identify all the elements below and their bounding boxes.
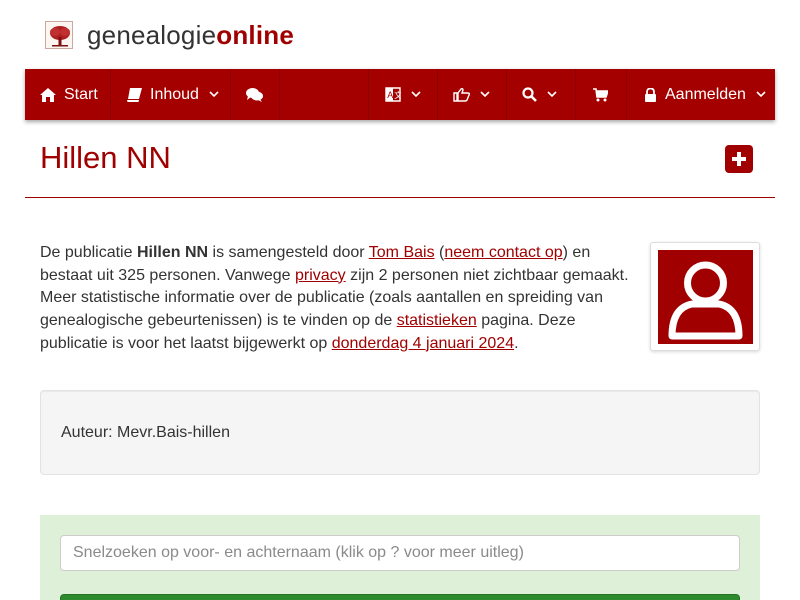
shopping-cart-icon (593, 87, 608, 101)
lock-icon (645, 87, 656, 102)
logo-text: genealogieonline (87, 20, 294, 51)
last-updated-link[interactable]: donderdag 4 januari 2024 (332, 335, 514, 352)
nav-share[interactable] (438, 69, 507, 120)
chevron-down-icon (480, 91, 490, 98)
quick-search-input[interactable] (60, 535, 740, 571)
nav-search[interactable] (507, 69, 576, 120)
nav-login-label: Aanmelden (665, 85, 746, 103)
main-navbar: Start Inhoud A文 Aanmelden (25, 69, 775, 120)
page-title: Hillen NN (40, 140, 171, 175)
chevron-down-icon (209, 91, 219, 98)
contact-link[interactable]: neem contact op (444, 244, 562, 261)
nav-start[interactable]: Start (25, 69, 111, 120)
language-icon: A文 (385, 87, 401, 102)
nav-language[interactable]: A文 (369, 69, 438, 120)
chevron-down-icon (756, 91, 766, 98)
home-icon (40, 87, 56, 102)
nav-start-label: Start (64, 85, 98, 103)
author-avatar-frame (650, 242, 760, 351)
logo-text-bold: online (216, 19, 294, 50)
logo-text-plain: genealogie (87, 19, 217, 50)
tree-logo-icon (45, 21, 73, 49)
chevron-down-icon (411, 91, 421, 98)
user-icon (668, 261, 743, 340)
intro-text-3: ( (434, 244, 445, 261)
avatar (658, 250, 753, 344)
search-icon (522, 87, 537, 102)
nav-login[interactable]: Aanmelden (644, 69, 774, 120)
nav-forum[interactable] (231, 69, 280, 120)
expand-plus-button[interactable] (725, 145, 753, 173)
intro-text-2: is samengesteld door (208, 244, 369, 261)
author-link[interactable]: Tom Bais (369, 244, 435, 261)
nav-inhoud[interactable]: Inhoud (111, 69, 231, 120)
nav-gap (627, 69, 644, 120)
title-divider (25, 197, 775, 198)
intro-text-7: . (514, 334, 519, 352)
comments-icon (246, 87, 263, 102)
chevron-down-icon (547, 91, 557, 98)
svg-text:文: 文 (394, 90, 401, 100)
nav-inhoud-label: Inhoud (150, 85, 199, 103)
quick-search-panel (40, 515, 760, 600)
publication-name: Hillen NN (136, 244, 209, 261)
site-logo[interactable]: genealogieonline (45, 18, 294, 52)
intro-text-1: De publicatie (40, 244, 137, 261)
nav-cart[interactable] (576, 69, 627, 120)
plus-icon (732, 152, 746, 166)
privacy-link[interactable]: privacy (295, 267, 346, 284)
author-info-box: Auteur: Mevr.Bais-hillen (40, 390, 760, 475)
statistics-link[interactable]: statistieken (397, 312, 477, 329)
author-text: Auteur: Mevr.Bais-hillen (61, 424, 230, 441)
svg-text:A: A (387, 90, 393, 100)
book-icon (127, 87, 142, 102)
search-submit-button[interactable] (60, 594, 740, 600)
hand-pointer-icon (453, 87, 470, 102)
publication-intro: De publicatie Hillen NN is samengesteld … (40, 242, 636, 356)
nav-spacer (280, 69, 369, 120)
